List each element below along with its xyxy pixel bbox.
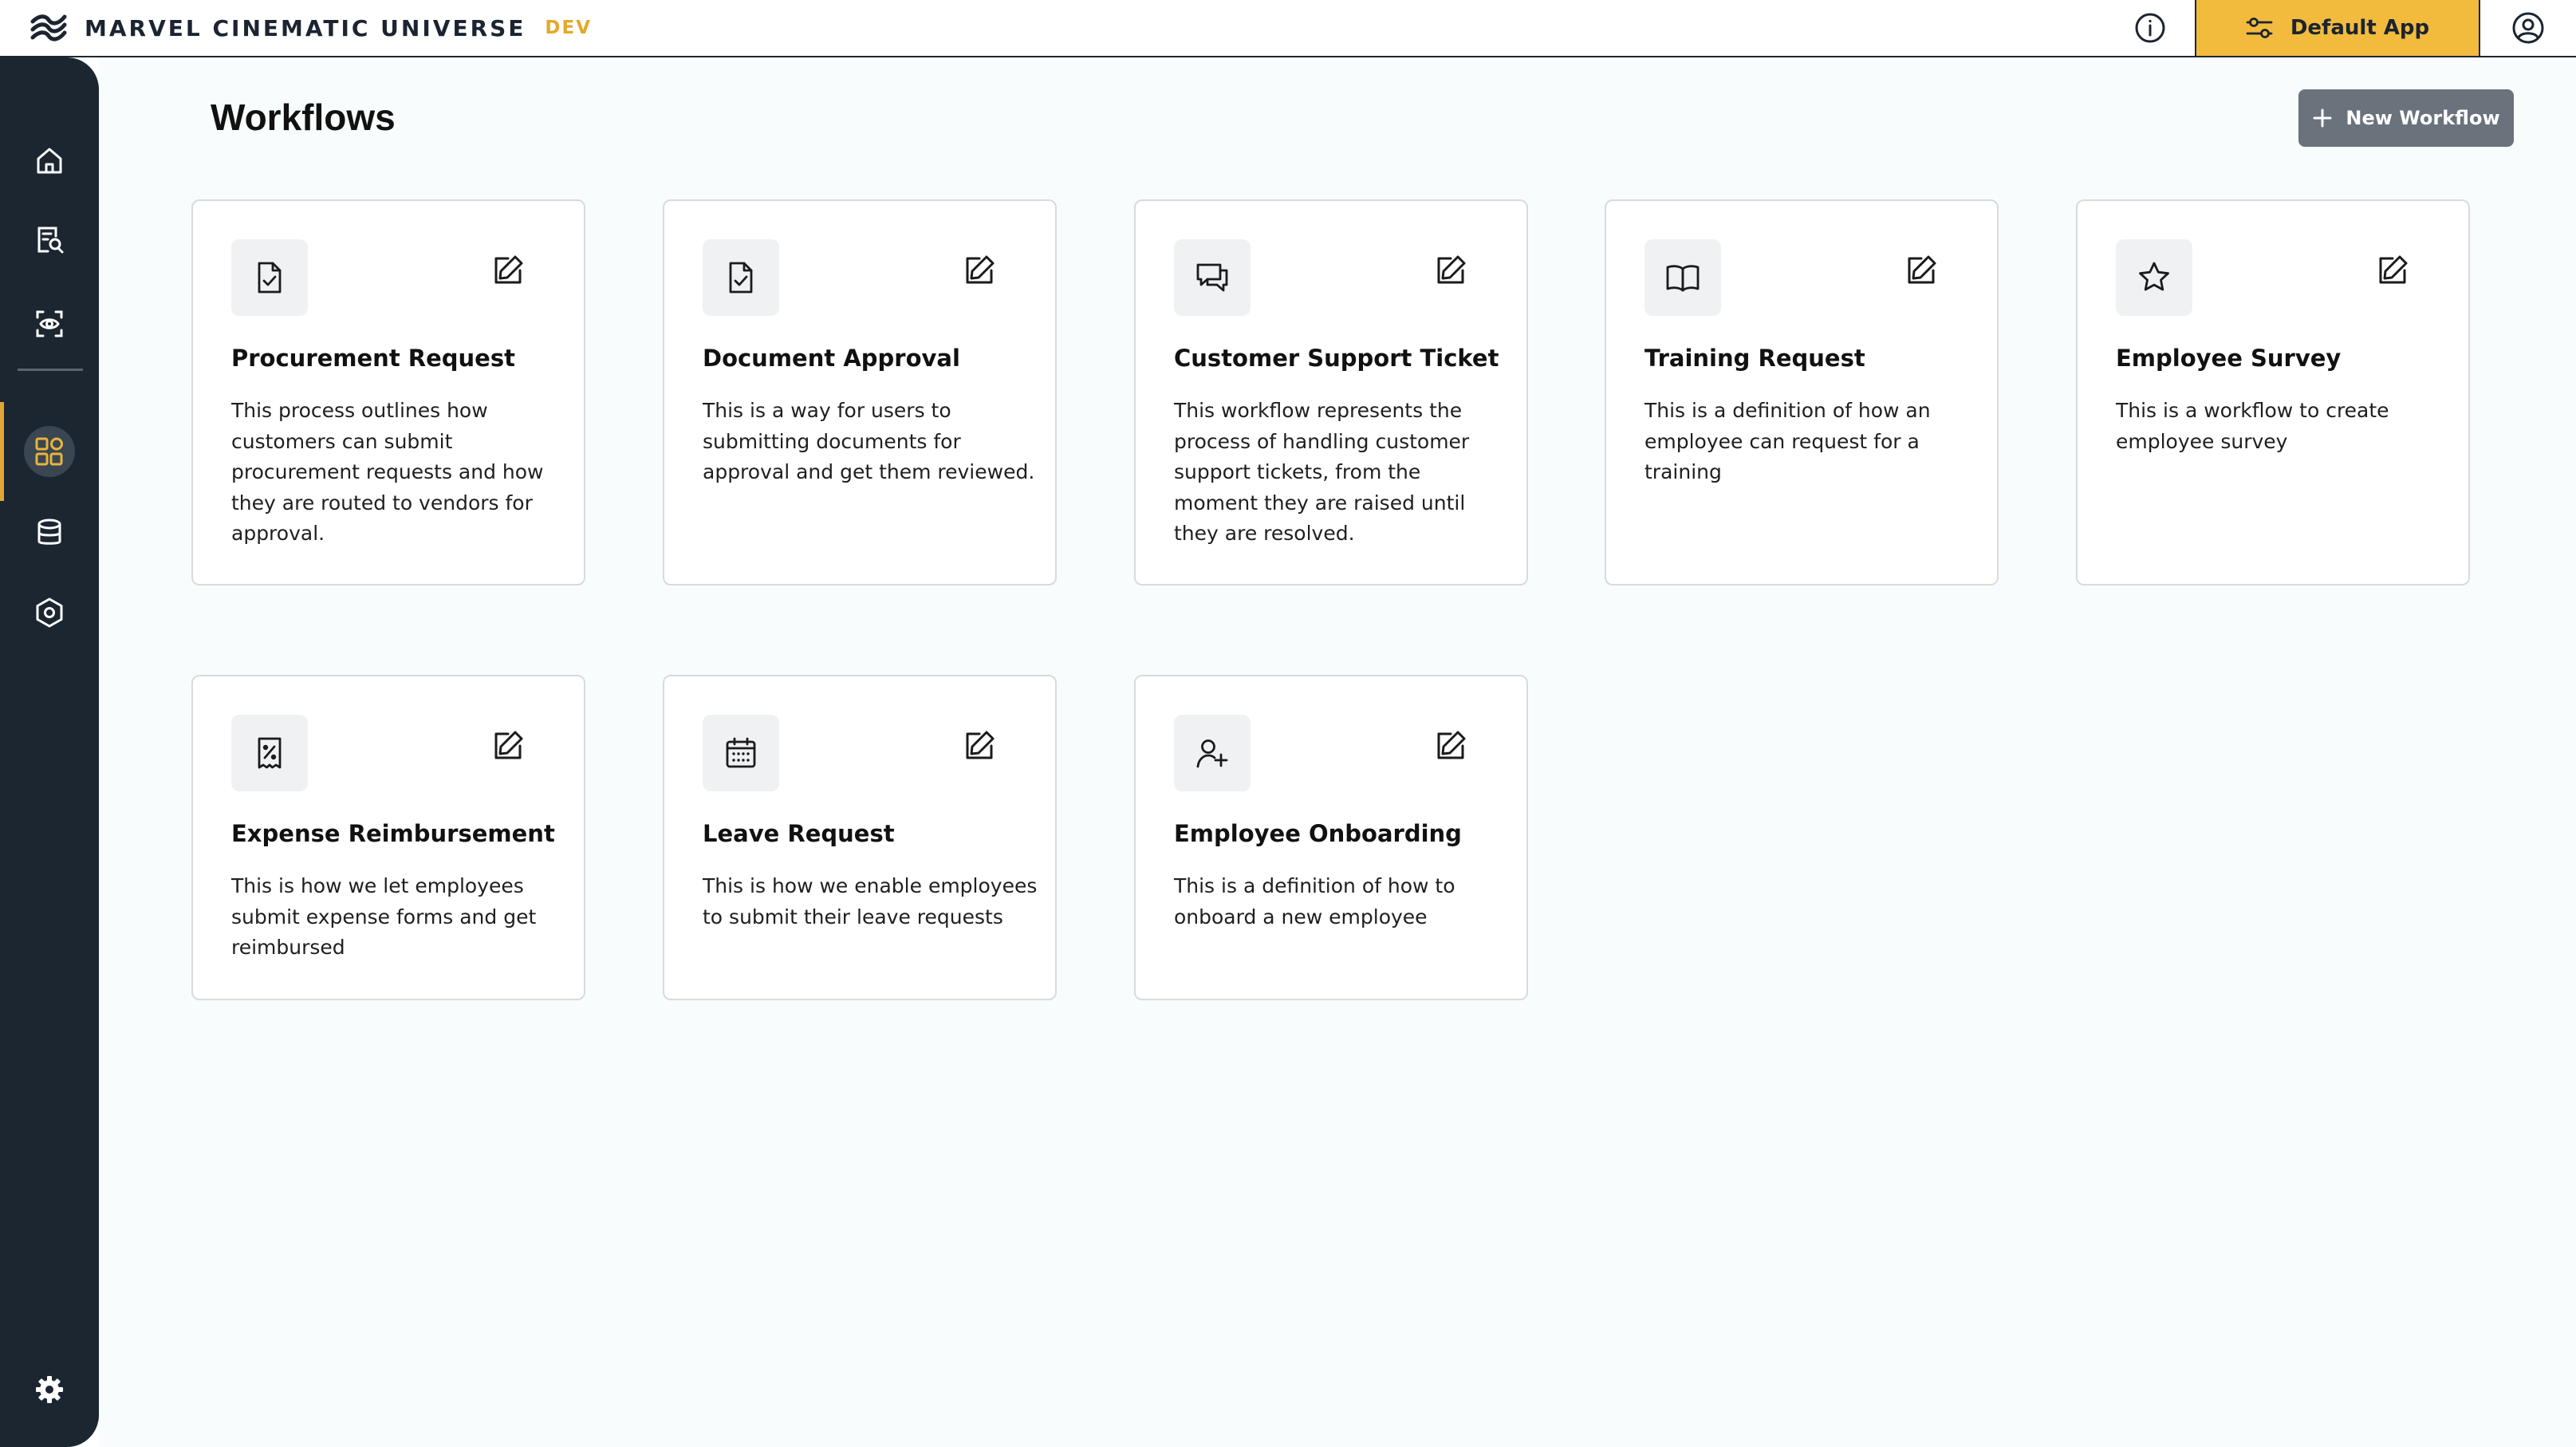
sidebar-item-integrations[interactable]: [24, 587, 75, 638]
plus-icon: [2312, 108, 2333, 128]
receipt-percent-icon: [254, 735, 286, 771]
active-indicator: [0, 402, 4, 501]
hexagon-settings-icon: [33, 597, 65, 629]
workflow-card-customer-support-ticket[interactable]: Customer Support Ticket This workflow re…: [1134, 199, 1528, 586]
workflow-card-training-request[interactable]: Training Request This is a definition of…: [1605, 199, 1999, 586]
pencil-square-icon: [490, 728, 526, 763]
pencil-square-icon: [490, 253, 526, 288]
sidebar-item-database[interactable]: [24, 507, 75, 558]
card-title: Customer Support Ticket: [1174, 345, 1499, 372]
file-check-icon: [254, 260, 286, 295]
user-plus-icon: [1195, 735, 1230, 771]
card-title: Employee Survey: [2116, 345, 2342, 372]
card-title: Leave Request: [703, 820, 895, 847]
workflow-card-procurement-request[interactable]: Procurement Request This process outline…: [191, 199, 585, 586]
edit-workflow-button[interactable]: [1431, 726, 1471, 766]
new-workflow-label: New Workflow: [2346, 107, 2500, 129]
environment-badge: DEV: [545, 18, 593, 38]
page-title: Workflows: [211, 97, 396, 138]
chat-bubbles-icon: [1194, 260, 1231, 295]
brand-name: MARVEL CINEMATIC UNIVERSE: [85, 14, 526, 41]
info-button[interactable]: [2105, 0, 2195, 56]
card-description: This is how we enable employees to submi…: [703, 874, 1038, 929]
brand[interactable]: MARVEL CINEMATIC UNIVERSE DEV: [0, 0, 592, 57]
card-title: Employee Onboarding: [1174, 820, 1462, 847]
home-icon: [33, 145, 65, 177]
card-title: Expense Reimbursement: [231, 820, 555, 847]
card-description: This workflow represents the process of …: [1174, 399, 1470, 545]
card-icon-tile: [231, 715, 308, 791]
sidebar-item-scan[interactable]: [24, 298, 75, 349]
pencil-square-icon: [962, 728, 997, 763]
app-selector-button[interactable]: Default App: [2195, 0, 2480, 56]
card-icon-tile: [703, 239, 779, 316]
sidebar: [0, 57, 99, 1447]
edit-workflow-button[interactable]: [2373, 250, 2413, 290]
workflow-card-leave-request[interactable]: Leave Request This is how we enable empl…: [663, 675, 1057, 1000]
card-icon-tile: [1644, 239, 1721, 316]
account-button[interactable]: [2480, 0, 2576, 56]
card-title: Document Approval: [703, 345, 960, 372]
sidebar-item-home[interactable]: [24, 136, 75, 187]
edit-workflow-button[interactable]: [1901, 250, 1941, 290]
edit-workflow-button[interactable]: [959, 726, 999, 766]
gear-icon: [33, 1374, 65, 1406]
star-icon: [2137, 260, 2172, 295]
card-icon-tile: [231, 239, 308, 316]
user-circle-icon: [2511, 11, 2545, 45]
card-description: This is how we let employees submit expe…: [231, 874, 537, 959]
pencil-square-icon: [2375, 253, 2410, 288]
sidebar-item-documents[interactable]: [24, 214, 75, 265]
sidebar-divider: [18, 369, 83, 371]
workflows-icon: [33, 436, 65, 467]
edit-workflow-button[interactable]: [488, 250, 528, 290]
pencil-square-icon: [1904, 253, 1939, 288]
workflow-card-document-approval[interactable]: Document Approval This is a way for user…: [663, 199, 1057, 586]
card-description: This is a definition of how to onboard a…: [1174, 874, 1455, 929]
card-title: Procurement Request: [231, 345, 515, 372]
edit-workflow-button[interactable]: [959, 250, 999, 290]
card-icon-tile: [2116, 239, 2192, 316]
new-workflow-button[interactable]: New Workflow: [2298, 89, 2514, 147]
top-bar: MARVEL CINEMATIC UNIVERSE DEV Default Ap…: [0, 0, 2576, 57]
info-icon: [2134, 12, 2166, 44]
card-description: This process outlines how customers can …: [231, 399, 544, 545]
pencil-square-icon: [962, 253, 997, 288]
card-description: This is a workflow to create employee su…: [2116, 399, 2389, 453]
document-search-icon: [33, 223, 65, 255]
edit-workflow-button[interactable]: [1431, 250, 1471, 290]
calendar-icon: [723, 735, 758, 771]
card-icon-tile: [1174, 239, 1251, 316]
pencil-square-icon: [1433, 253, 1468, 288]
sidebar-item-workflows[interactable]: [24, 426, 75, 477]
card-description: This is a way for users to submitting do…: [703, 399, 1035, 483]
edit-workflow-button[interactable]: [488, 726, 528, 766]
card-title: Training Request: [1644, 345, 1865, 372]
workflow-card-expense-reimbursement[interactable]: Expense Reimbursement This is how we let…: [191, 675, 585, 1000]
pencil-square-icon: [1433, 728, 1468, 763]
sliders-icon: [2246, 16, 2273, 40]
main-content: Workflows New Workflow Procurement Reque…: [99, 57, 2576, 1447]
database-icon: [33, 517, 65, 549]
scan-eye-icon: [33, 308, 65, 340]
workflow-card-employee-survey[interactable]: Employee Survey This is a workflow to cr…: [2076, 199, 2470, 586]
file-check-icon: [725, 260, 757, 295]
workflow-card-employee-onboarding[interactable]: Employee Onboarding This is a definition…: [1134, 675, 1528, 1000]
card-icon-tile: [703, 715, 779, 791]
card-icon-tile: [1174, 715, 1251, 791]
sidebar-item-settings[interactable]: [24, 1364, 75, 1415]
app-selector-label: Default App: [2290, 16, 2430, 40]
waves-logo-icon: [29, 10, 69, 45]
open-book-icon: [1664, 262, 1701, 294]
card-description: This is a definition of how an employee …: [1644, 399, 1931, 483]
